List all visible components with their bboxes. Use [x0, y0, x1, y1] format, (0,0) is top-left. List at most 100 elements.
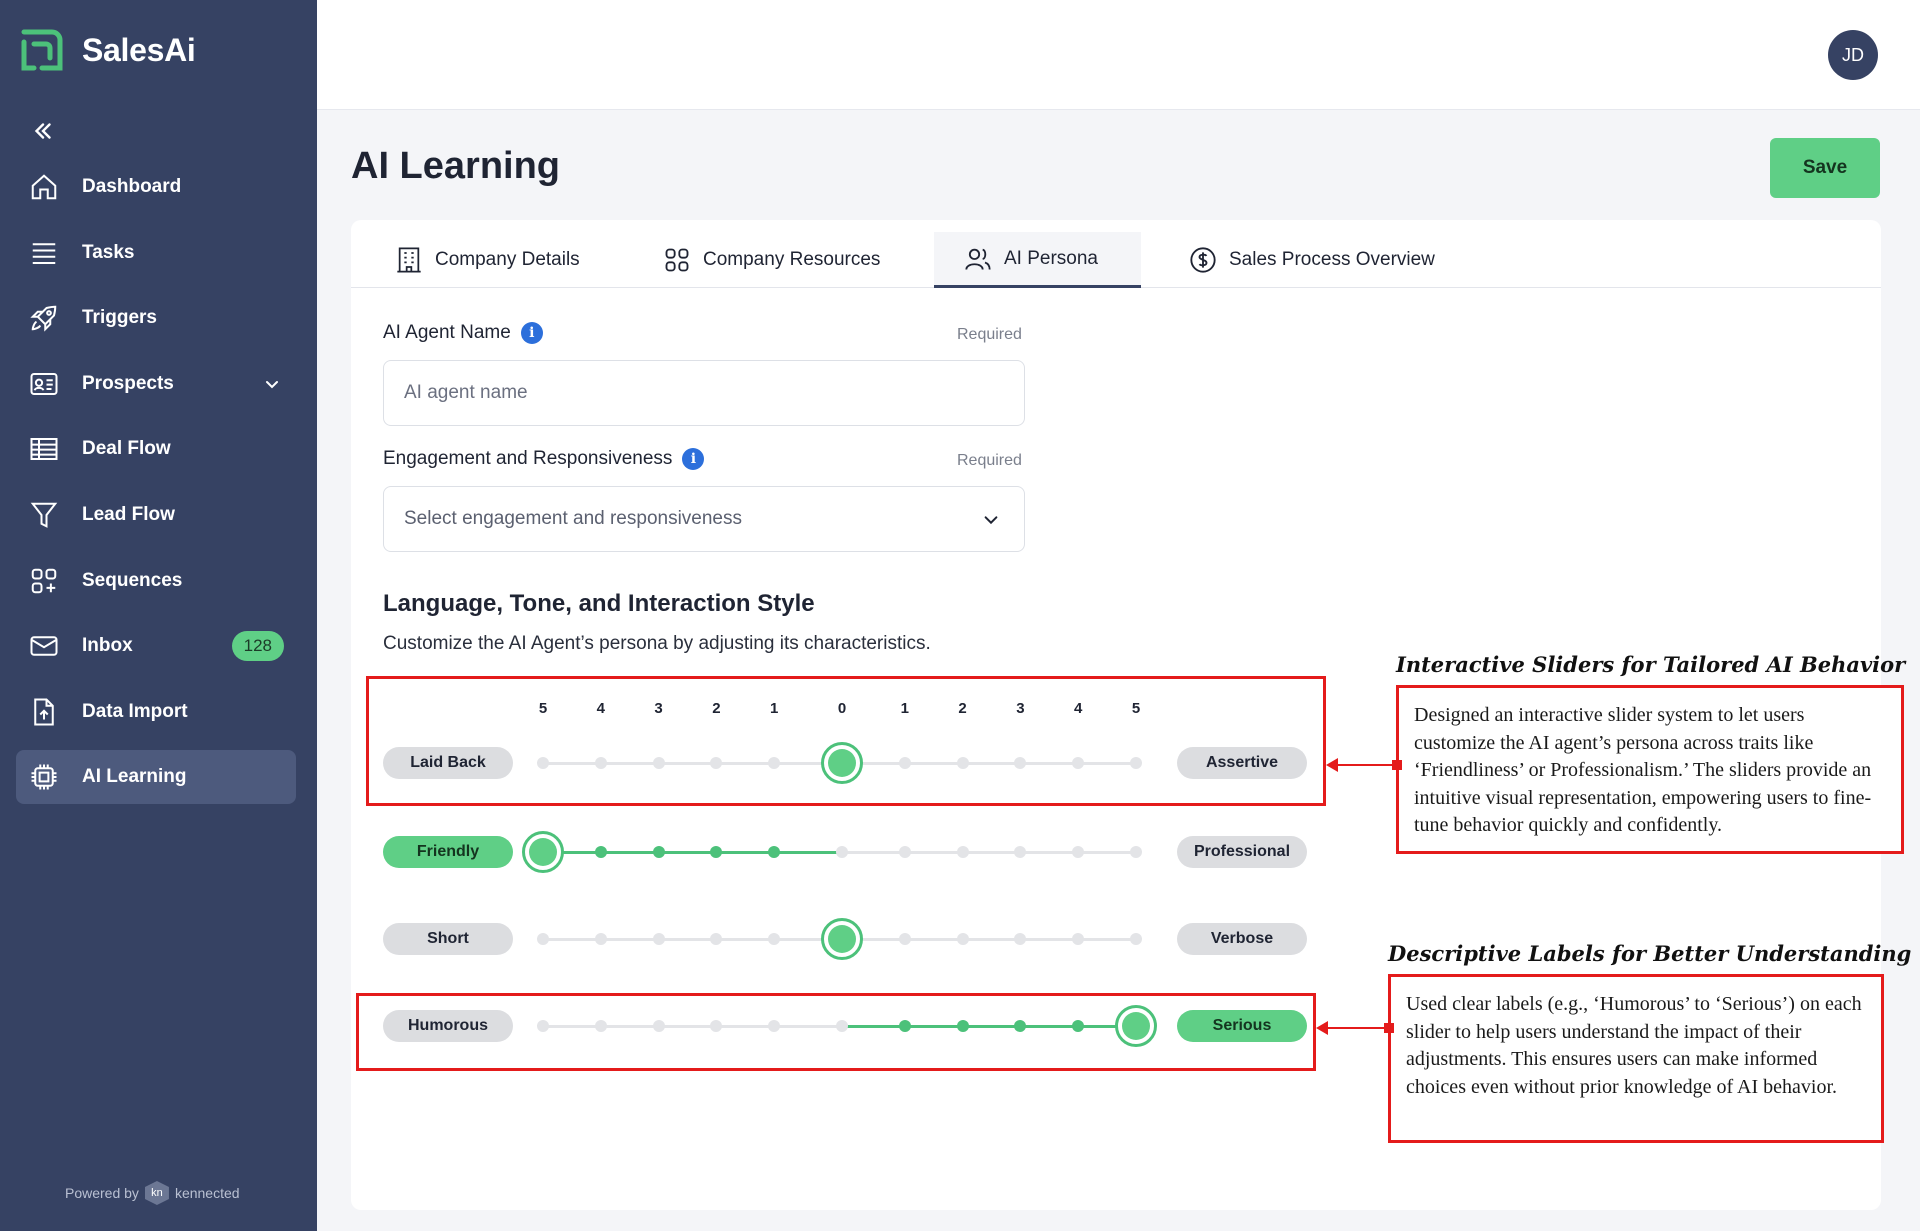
slider-tick[interactable]: [898, 933, 911, 945]
contact-card-icon: [28, 368, 60, 400]
sidebar-item-label: Sequences: [82, 569, 183, 591]
powered-by-brand: kennected: [174, 1185, 240, 1201]
annotation-highlight-labels: [356, 993, 1316, 1071]
salesai-logo-icon: [21, 29, 63, 71]
slider-left-label[interactable]: Short: [383, 923, 513, 955]
annotation-title-labels: Descriptive Labels for Better Understand…: [1388, 941, 1912, 966]
slider-tick[interactable]: [537, 933, 549, 945]
top-bar: JD: [317, 0, 1920, 110]
tab-label: Company Details: [435, 249, 580, 270]
logo[interactable]: SalesAi: [20, 28, 196, 72]
slider-right-label[interactable]: Verbose: [1177, 923, 1307, 955]
powered-by-label: Powered by: [65, 1185, 139, 1201]
chevron-down-icon[interactable]: [262, 374, 282, 394]
engagement-select-placeholder: Select engagement and responsiveness: [404, 508, 743, 529]
dollar-circle-icon: [1190, 247, 1216, 273]
slider-tick[interactable]: [1072, 933, 1085, 945]
collapse-sidebar-icon[interactable]: [30, 118, 56, 144]
grid-plus-icon: [28, 565, 60, 597]
tab-label: Company Resources: [703, 249, 881, 270]
slider-left-label[interactable]: Friendly: [383, 836, 513, 868]
page-title: AI Learning: [351, 145, 561, 187]
file-import-icon: [28, 696, 60, 728]
slider-tick[interactable]: [1130, 933, 1142, 945]
sidebar-item-label: Triggers: [82, 307, 157, 329]
slider-tick[interactable]: [652, 846, 665, 858]
sidebar-item-label: Deal Flow: [82, 438, 171, 460]
funnel-icon: [28, 499, 60, 531]
slider-tick[interactable]: [594, 846, 607, 858]
annotation-arrow-anchor: [1384, 1023, 1394, 1033]
building-icon: [397, 247, 421, 273]
sidebar-item-ai-learning[interactable]: AI Learning: [16, 750, 296, 805]
sidebar-item-tasks[interactable]: Tasks: [16, 226, 296, 280]
rocket-icon: [28, 302, 60, 334]
slider-tick[interactable]: [956, 846, 969, 858]
slider-handle[interactable]: [522, 831, 564, 873]
slider-tick[interactable]: [710, 933, 723, 945]
agent-name-label: AI Agent Name i: [383, 322, 543, 344]
engagement-label-text: Engagement and Responsiveness: [383, 448, 673, 469]
agent-name-input[interactable]: [383, 360, 1025, 426]
slider-tick[interactable]: [1072, 846, 1085, 858]
sidebar-item-data-import[interactable]: Data Import: [16, 685, 296, 739]
slider-tick[interactable]: [956, 933, 969, 945]
slider-tick[interactable]: [1014, 933, 1027, 945]
sidebar-item-triggers[interactable]: Triggers: [16, 291, 296, 345]
sidebar-item-label: AI Learning: [82, 766, 187, 788]
tab-company-details[interactable]: Company Details: [365, 232, 610, 288]
annotation-highlight-slider: [366, 676, 1326, 806]
slider-handle[interactable]: [821, 918, 863, 960]
sidebar: SalesAi Dashboard Tasks Triggers Prospec…: [0, 0, 317, 1231]
annotation-title-sliders: Interactive Sliders for Tailored AI Beha…: [1396, 652, 1906, 677]
chevron-down-icon: [984, 516, 998, 525]
list-icon: [28, 237, 60, 269]
slider-track-fill: [543, 850, 842, 854]
sidebar-item-label: Prospects: [82, 372, 174, 394]
slider-tick[interactable]: [1014, 846, 1027, 858]
tab-company-resources[interactable]: Company Resources: [633, 232, 910, 288]
sidebar-item-label: Tasks: [82, 241, 135, 263]
sidebar-item-dashboard[interactable]: Dashboard: [16, 160, 296, 214]
slider-tick[interactable]: [594, 933, 607, 945]
home-icon: [28, 171, 60, 203]
sidebar-item-inbox[interactable]: Inbox 128: [16, 619, 296, 673]
table-icon: [28, 433, 60, 465]
engagement-required: Required: [957, 452, 1022, 469]
engagement-select[interactable]: Select engagement and responsiveness: [383, 486, 1025, 552]
annotation-arrow-anchor: [1392, 760, 1402, 770]
slider-tick[interactable]: [1130, 846, 1142, 858]
sidebar-item-label: Data Import: [82, 700, 188, 722]
sidebar-item-label: Lead Flow: [82, 503, 175, 525]
annotation-body-sliders: Designed an interactive slider system to…: [1396, 685, 1904, 854]
mail-icon: [28, 630, 60, 662]
annotation-body-labels: Used clear labels (e.g., ‘Humorous’ to ‘…: [1388, 974, 1884, 1143]
tab-bar: Company Details Company Resources AI Per…: [351, 232, 1881, 288]
info-icon[interactable]: i: [520, 322, 543, 344]
slider-tick[interactable]: [898, 846, 911, 858]
sidebar-item-prospects[interactable]: Prospects: [16, 357, 296, 411]
users-icon: [965, 248, 991, 270]
tab-ai-persona[interactable]: AI Persona: [934, 232, 1141, 288]
slider-tick[interactable]: [710, 846, 723, 858]
slider-right-label[interactable]: Professional: [1177, 836, 1307, 868]
avatar[interactable]: JD: [1828, 30, 1878, 80]
slider-tick[interactable]: [768, 933, 781, 945]
info-icon[interactable]: i: [682, 448, 705, 470]
annotation-arrow-labels: [1316, 1021, 1388, 1035]
annotation-arrow-sliders: [1326, 758, 1396, 772]
tab-sales-process-overview[interactable]: Sales Process Overview: [1159, 232, 1465, 288]
tab-label: Sales Process Overview: [1229, 249, 1435, 270]
save-button[interactable]: Save: [1770, 138, 1880, 198]
sidebar-nav: Dashboard Tasks Triggers Prospects Deal …: [16, 160, 296, 816]
sidebar-item-label: Dashboard: [82, 176, 182, 197]
sidebar-item-label: Inbox: [82, 635, 133, 657]
sidebar-item-lead-flow[interactable]: Lead Flow: [16, 488, 296, 542]
sidebar-item-deal-flow[interactable]: Deal Flow: [16, 422, 296, 476]
slider-tick[interactable]: [768, 846, 781, 858]
slider-tick[interactable]: [652, 933, 665, 945]
slider-tick[interactable]: [836, 846, 848, 858]
sidebar-item-sequences[interactable]: Sequences: [16, 554, 296, 608]
tab-label: AI Persona: [1004, 247, 1098, 269]
kennected-logo-icon: kn: [144, 1181, 169, 1205]
